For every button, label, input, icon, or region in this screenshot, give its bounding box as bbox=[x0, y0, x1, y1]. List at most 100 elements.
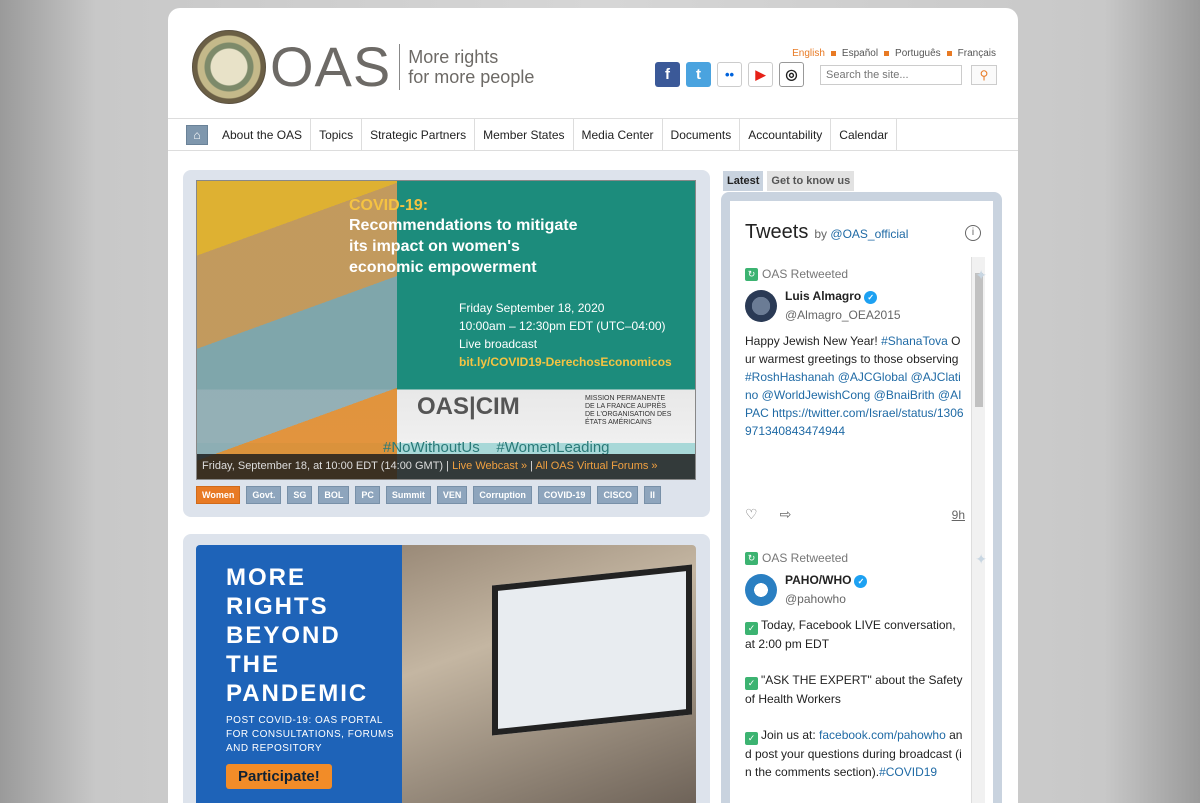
check-icon: ✓ bbox=[745, 622, 758, 635]
live-webcast-link[interactable]: Live Webcast » bbox=[452, 460, 527, 472]
twitter-icon[interactable]: t bbox=[686, 62, 711, 87]
nav-documents[interactable]: Documents bbox=[663, 119, 741, 150]
banner-heading-line3: economic empowerment bbox=[349, 259, 537, 276]
lang-separator bbox=[946, 51, 952, 56]
twitter-bird-icon: ✦ bbox=[975, 267, 987, 283]
info-icon[interactable]: i bbox=[965, 225, 981, 241]
tab-get-to-know-us[interactable]: Get to know us bbox=[767, 171, 855, 191]
tag-cisco[interactable]: CISCO bbox=[597, 486, 638, 504]
tweets-by-label: by bbox=[814, 227, 828, 241]
tweet-links[interactable]: #RoshHashanah @AJCGlobal @AJClatino @Wor… bbox=[745, 370, 964, 438]
like-icon[interactable]: ♡ bbox=[745, 506, 758, 523]
tag-summit[interactable]: Summit bbox=[385, 486, 431, 504]
covid19-hashtag-link[interactable]: #COVID19 bbox=[879, 765, 937, 779]
scrollbar-thumb[interactable] bbox=[975, 273, 983, 407]
pause-icon[interactable]: II bbox=[643, 486, 661, 504]
lang-english[interactable]: English bbox=[792, 48, 825, 59]
nav-media-center[interactable]: Media Center bbox=[574, 119, 663, 150]
nav-accountability[interactable]: Accountability bbox=[740, 119, 832, 150]
banner-link: bit.ly/COVID19-DerechosEconomicos bbox=[459, 355, 672, 369]
retweeted-text: OAS Retweeted bbox=[762, 551, 849, 565]
tweet-paragraph-1: ✓ Today, Facebook LIVE conversation, at 2… bbox=[745, 616, 965, 653]
oas-official-link[interactable]: @OAS_official bbox=[830, 227, 908, 241]
retweet-icon: ↻ bbox=[745, 267, 758, 281]
author-name: PAHO/WHO ✓ bbox=[785, 573, 868, 588]
youtube-icon[interactable]: ▶ bbox=[748, 62, 773, 87]
participate-button[interactable]: Participate! bbox=[226, 764, 332, 789]
rights-line-4: THE bbox=[226, 651, 280, 678]
slide-banner-covid-women[interactable]: COVID-19: Recommendations to mitigate it… bbox=[196, 180, 696, 480]
lang-separator bbox=[884, 51, 890, 56]
banner-date: Friday September 18, 2020 bbox=[459, 301, 605, 315]
facebook-pahowho-link[interactable]: facebook.com/pahowho bbox=[819, 728, 946, 742]
facebook-icon[interactable]: f bbox=[655, 62, 680, 87]
twitter-glyph: t bbox=[696, 66, 701, 83]
right-tabs: Latest Get to know us bbox=[723, 171, 855, 191]
caption-date: Friday, September 18, at 10:00 EDT (14:0… bbox=[202, 460, 450, 472]
banner-heading-line1: Recommendations to mitigate bbox=[349, 217, 578, 234]
page: OAS More rights for more people English … bbox=[168, 8, 1018, 803]
tweet-author[interactable]: PAHO/WHO ✓ @pahowho bbox=[745, 573, 965, 606]
nav-calendar[interactable]: Calendar bbox=[831, 119, 897, 150]
lang-spanish[interactable]: Español bbox=[842, 48, 878, 59]
home-icon[interactable]: ⌂ bbox=[186, 125, 208, 145]
tag-corruption[interactable]: Corruption bbox=[473, 486, 532, 504]
laptop-screen bbox=[492, 564, 692, 736]
nav-about[interactable]: About the OAS bbox=[214, 119, 312, 150]
rights-banner-text: MORE RIGHTS BEYOND THE PANDEMIC POST COV… bbox=[196, 545, 402, 803]
instagram-icon[interactable]: ◎ bbox=[779, 62, 804, 87]
nav-member-states[interactable]: Member States bbox=[475, 119, 574, 150]
verified-icon: ✓ bbox=[864, 291, 878, 304]
check-icon: ✓ bbox=[745, 732, 758, 745]
tag-govt[interactable]: Govt. bbox=[246, 486, 282, 504]
tweets-scrollbar[interactable] bbox=[971, 257, 985, 803]
avatar[interactable] bbox=[745, 573, 777, 606]
avatar[interactable] bbox=[745, 289, 777, 322]
language-selector: English Español Português Français bbox=[792, 48, 996, 59]
author-handle: @pahowho bbox=[785, 592, 846, 606]
virtual-forums-link[interactable]: All OAS Virtual Forums » bbox=[535, 460, 657, 472]
search-input[interactable] bbox=[820, 65, 962, 85]
tweet-author[interactable]: Luis Almagro ✓ @Almagro_OEA2015 bbox=[745, 289, 965, 322]
twitter-widget: Tweets by @OAS_official i ↻ OAS Retweete… bbox=[721, 192, 1002, 803]
logo-acronym: OAS bbox=[270, 35, 392, 98]
tag-bol[interactable]: BOL bbox=[318, 486, 350, 504]
retweet-icon: ↻ bbox=[745, 551, 758, 565]
share-icon[interactable]: ⇨ bbox=[780, 506, 792, 523]
tag-pc[interactable]: PC bbox=[355, 486, 380, 504]
search-button[interactable]: ⚲ bbox=[971, 65, 997, 85]
banner-event-info: Friday September 18, 2020 10:00am – 12:3… bbox=[459, 299, 672, 371]
lang-portuguese[interactable]: Português bbox=[895, 48, 941, 59]
tag-covid19[interactable]: COVID-19 bbox=[537, 486, 592, 504]
featured-card-rights: MORE RIGHTS BEYOND THE PANDEMIC POST COV… bbox=[183, 534, 710, 803]
tweet-text: ✓ Today, Facebook LIVE conversation, at 2… bbox=[745, 616, 965, 781]
social-links: f t •• ▶ ◎ bbox=[655, 62, 804, 87]
hashtag-link[interactable]: #ShanaTova bbox=[881, 334, 948, 348]
tweet-p2-text: "ASK THE EXPERT" about the Safety of Hea… bbox=[745, 673, 963, 706]
banner-oas-cim-logo: OAS|CIM bbox=[417, 393, 520, 420]
facebook-glyph: f bbox=[665, 66, 670, 83]
tag-sg[interactable]: SG bbox=[287, 486, 313, 504]
flickr-glyph: •• bbox=[724, 67, 735, 82]
lang-french[interactable]: Français bbox=[958, 48, 996, 59]
oas-seal-icon bbox=[192, 30, 266, 104]
instagram-glyph: ◎ bbox=[785, 66, 798, 82]
nav-strategic-partners[interactable]: Strategic Partners bbox=[362, 119, 476, 150]
tag-women[interactable]: Women bbox=[196, 486, 241, 504]
rights-banner[interactable]: MORE RIGHTS BEYOND THE PANDEMIC POST COV… bbox=[196, 545, 696, 803]
tweet-item[interactable]: ↻ OAS Retweeted ✦ PAHO/WHO ✓ @pahowho ✓ To… bbox=[745, 551, 987, 781]
flickr-icon[interactable]: •• bbox=[717, 62, 742, 87]
twitter-bird-icon: ✦ bbox=[975, 551, 987, 567]
tweet-time[interactable]: 9h bbox=[952, 508, 965, 522]
tag-ven[interactable]: VEN bbox=[436, 486, 468, 504]
logo-divider bbox=[399, 44, 401, 90]
tab-latest[interactable]: Latest bbox=[723, 171, 764, 191]
oas-logo[interactable]: OAS More rights for more people bbox=[192, 30, 534, 104]
retweet-label: ↻ OAS Retweeted bbox=[745, 551, 965, 565]
nav-topics[interactable]: Topics bbox=[311, 119, 363, 150]
rights-subtext: POST COVID-19: OAS PORTAL FOR CONSULTATI… bbox=[226, 715, 395, 754]
tweets-header: Tweets by @OAS_official bbox=[745, 221, 908, 244]
banner-time: 10:00am – 12:30pm EDT (UTC–04:00) bbox=[459, 319, 666, 333]
logo-tagline: More rights for more people bbox=[408, 47, 534, 87]
tweet-item[interactable]: ↻ OAS Retweeted ✦ Luis Almagro ✓ @Almagro… bbox=[745, 267, 987, 440]
